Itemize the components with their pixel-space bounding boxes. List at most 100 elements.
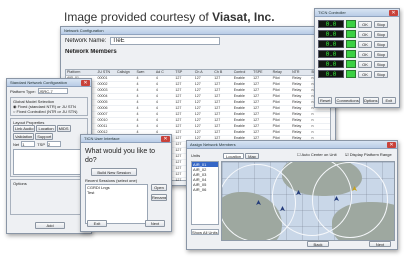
stop-button[interactable]: Stop: [374, 50, 388, 58]
next-button[interactable]: Next: [369, 241, 391, 247]
table-cell: n: [311, 112, 314, 116]
add-button[interactable]: Add: [35, 222, 65, 229]
close-icon[interactable]: ✕: [161, 136, 170, 142]
layout-tabs: Link Audio Location MIDS Validation Support: [13, 125, 85, 140]
close-icon[interactable]: ✕: [389, 10, 398, 16]
platform-type-label: Platform Type:: [10, 88, 36, 94]
stop-button[interactable]: Stop: [374, 70, 388, 78]
network-name-label: Network Name:: [65, 37, 107, 44]
column-header[interactable]: Platform: [66, 70, 97, 75]
layout-tab[interactable]: Location: [36, 125, 56, 132]
table-cell: 4: [136, 112, 139, 116]
units-list[interactable]: AIR_01 AIR_02 AIR_03 AIR_04 AIR_05 AIR_06: [191, 161, 219, 225]
table-cell: [116, 118, 135, 123]
ok-button[interactable]: OK: [358, 50, 372, 58]
tab-map[interactable]: Map: [245, 153, 259, 159]
table-cell: 127: [175, 118, 182, 122]
ok-button[interactable]: OK: [358, 70, 372, 78]
table-cell: Pilot: [272, 124, 280, 128]
column-header[interactable]: TSPE: [252, 70, 271, 75]
ok-button[interactable]: OK: [358, 60, 372, 68]
stop-button[interactable]: Stop: [374, 40, 388, 48]
table-cell: 127: [214, 112, 221, 116]
column-header[interactable]: Swm: [135, 70, 154, 75]
network-members-label: Network Members: [65, 49, 117, 55]
map-view[interactable]: [221, 161, 395, 241]
column-header[interactable]: Callsign: [116, 70, 135, 75]
table-cell: 4: [155, 76, 158, 80]
next-button[interactable]: Next: [145, 220, 165, 227]
open-button[interactable]: Open: [151, 184, 167, 191]
readout-display: 0.0: [318, 60, 344, 68]
column-header[interactable]: TSP: [174, 70, 193, 75]
table-cell: 127: [253, 112, 260, 116]
recent-sessions-list[interactable]: CGRDI Lngs Test: [85, 184, 148, 224]
column-header[interactable]: JU STN: [97, 70, 116, 75]
readout-display: 0.0: [318, 30, 344, 38]
table-cell: 4: [136, 118, 139, 122]
stop-button[interactable]: Stop: [374, 60, 388, 68]
table-cell: Relay: [292, 88, 302, 92]
build-new-session-button[interactable]: Build New Session: [91, 168, 137, 176]
ok-button[interactable]: OK: [358, 30, 372, 38]
footer-button[interactable]: Exit: [381, 97, 397, 104]
table-cell: 127: [214, 130, 221, 134]
back-button[interactable]: Back: [307, 241, 329, 247]
table-cell: 127: [214, 124, 221, 128]
column-header[interactable]: NTR: [291, 70, 310, 75]
table-cell: 127: [175, 100, 182, 104]
radio-fixed-controlled[interactable]: ○ Fixed Controlled (NTR or JU STN): [13, 109, 85, 114]
dialog-titlebar: TICN User Interface ✕: [81, 135, 171, 143]
column-header[interactable]: Control: [233, 70, 252, 75]
monitor-titlebar: TICN Controller ✕: [315, 9, 399, 17]
properties-list[interactable]: [13, 149, 85, 175]
column-header[interactable]: Ad C: [155, 70, 174, 75]
footer-button[interactable]: Connections: [335, 97, 360, 104]
platform-type-select[interactable]: JSRC-7: [37, 88, 68, 94]
footer-button[interactable]: Options: [362, 97, 379, 104]
units-filter-select[interactable]: Show All Units: [191, 229, 219, 235]
tsp-input[interactable]: 2: [47, 141, 62, 147]
column-header[interactable]: Ch A: [194, 70, 213, 75]
table-cell: 127: [175, 112, 182, 116]
list-item[interactable]: AIR_06: [192, 187, 218, 192]
table-cell: 00011: [97, 124, 108, 128]
table-cell: 127: [194, 94, 201, 98]
stop-button[interactable]: Stop: [374, 20, 388, 28]
exit-button[interactable]: Exit: [87, 220, 107, 227]
display-range-checkbox[interactable]: ☑ Display Platform Range: [345, 152, 392, 157]
monitor-row: 0.0 OK Stop: [315, 69, 399, 79]
ok-button[interactable]: OK: [358, 20, 372, 28]
column-header[interactable]: Relay: [272, 70, 291, 75]
layout-tab[interactable]: MIDS: [56, 125, 71, 132]
table-cell: [116, 112, 135, 117]
rename-button[interactable]: Rename: [151, 194, 167, 201]
range-ring: [312, 162, 388, 238]
ok-button[interactable]: OK: [358, 40, 372, 48]
table-cell: 4: [136, 76, 139, 80]
table-cell: [116, 94, 135, 99]
table-cell: Enable: [233, 130, 245, 134]
table-cell: Pilot: [272, 76, 280, 80]
column-header[interactable]: Ch B: [213, 70, 232, 75]
table-cell: 127: [194, 76, 201, 80]
list-item[interactable]: Test: [86, 190, 147, 195]
layout-tab[interactable]: Support: [35, 133, 54, 140]
close-icon[interactable]: ✕: [81, 80, 90, 86]
layout-tab[interactable]: Validation: [13, 133, 35, 140]
table-cell: 127: [175, 106, 182, 110]
network-name-input[interactable]: TleE: [110, 37, 221, 45]
table-cell: 00005: [97, 100, 108, 104]
close-icon[interactable]: ✕: [387, 142, 396, 148]
table-cell: Pilot: [272, 82, 280, 86]
stop-button[interactable]: Stop: [374, 30, 388, 38]
auto-center-checkbox[interactable]: ☐ Auto Center on Unit: [297, 152, 337, 157]
footer-button[interactable]: Reset: [318, 97, 333, 104]
layout-tab[interactable]: Link Audio: [13, 125, 36, 132]
tab-location[interactable]: Location: [223, 153, 245, 159]
recent-sessions-label: Recent Sessions (select one): [85, 178, 138, 183]
table-cell: 00010: [97, 118, 108, 122]
table-cell: Relay: [292, 100, 302, 104]
image-caption: Image provided courtesy of Viasat, Inc.: [64, 10, 275, 24]
net-input[interactable]: 1: [21, 141, 36, 147]
